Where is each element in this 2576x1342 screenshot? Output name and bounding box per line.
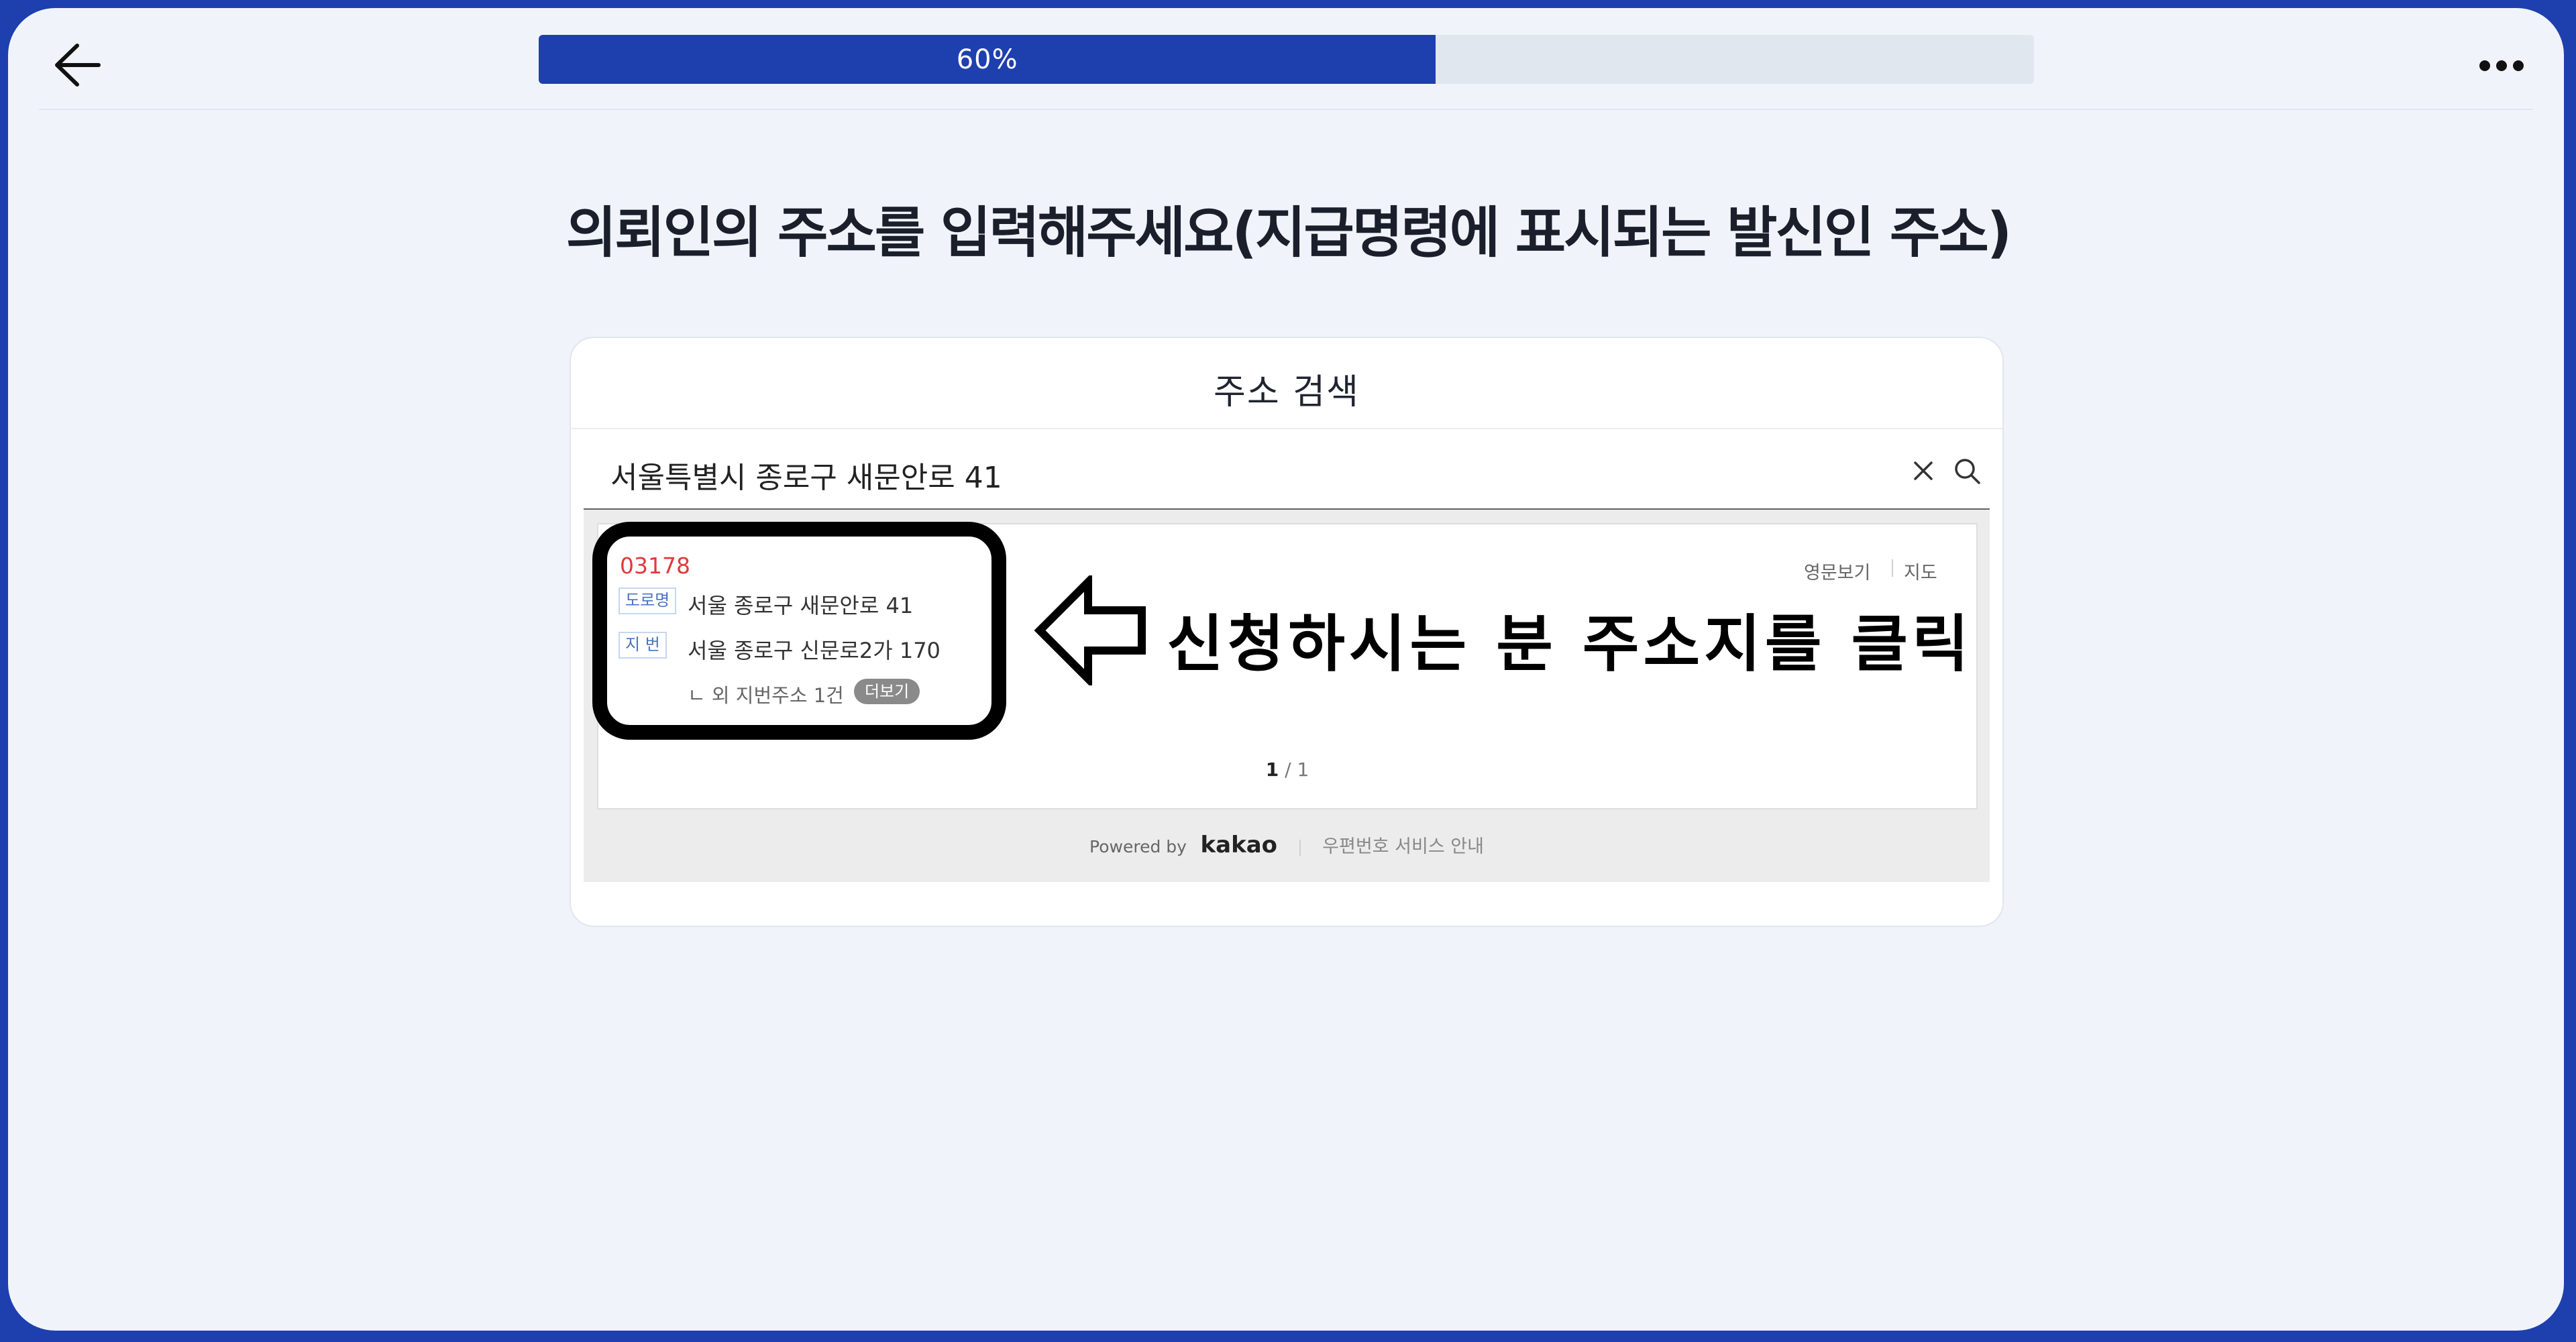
page-title: 의뢰인의 주소를 입력해주세요(지급명령에 표시되는 발신인 주소) bbox=[566, 201, 2012, 265]
search-bar: 서울특별시 종로구 새문안로 41 bbox=[584, 429, 1990, 510]
more-horizontal-icon bbox=[2479, 60, 2524, 71]
page-total: 1 bbox=[1297, 759, 1309, 781]
search-icon bbox=[1955, 459, 1980, 484]
powered-by-text: Powered by bbox=[1089, 837, 1187, 856]
arrow-left-icon bbox=[55, 44, 101, 87]
footer-divider bbox=[1299, 839, 1301, 856]
address-search-header: 주소 검색 bbox=[571, 338, 2002, 429]
pagination-text: 1 / 1 bbox=[598, 759, 1976, 781]
address-search-title: 주소 검색 bbox=[1214, 372, 1360, 412]
page-current[interactable]: 1 bbox=[1266, 759, 1279, 781]
kakao-logo: kakao bbox=[1200, 832, 1278, 858]
search-input[interactable]: 서울특별시 종로구 새문안로 41 bbox=[610, 453, 1002, 496]
search-button[interactable] bbox=[1951, 455, 1983, 487]
top-bar: 60% bbox=[8, 8, 2564, 117]
highlight-box bbox=[592, 522, 1006, 740]
progress-label: 60% bbox=[956, 44, 1018, 75]
progress-fill: 60% bbox=[539, 35, 1436, 84]
more-options-button[interactable] bbox=[2463, 42, 2537, 89]
link-divider bbox=[1892, 559, 1893, 577]
clear-search-button[interactable] bbox=[1909, 456, 1938, 486]
arrow-left-outline-icon bbox=[1034, 575, 1146, 685]
service-guide-link[interactable]: 우편번호 서비스 안내 bbox=[1322, 836, 1484, 857]
app-frame: 60% 의뢰인의 주소를 입력해주세요(지급명령에 표시되는 발신인 주소) 주… bbox=[8, 8, 2564, 1331]
map-link[interactable]: 지도 bbox=[1904, 558, 1937, 584]
english-view-link[interactable]: 영문보기 bbox=[1804, 558, 1870, 584]
annotation-text: 신청하시는 분 주소지를 클릭 bbox=[1167, 608, 1973, 680]
page-separator: / bbox=[1285, 759, 1291, 781]
close-icon bbox=[1914, 461, 1933, 480]
back-button[interactable] bbox=[45, 35, 112, 95]
progress-bar: 60% bbox=[539, 35, 2034, 84]
header-divider bbox=[39, 109, 2533, 110]
search-footer: Powered by kakao 우편번호 서비스 안내 bbox=[584, 832, 1990, 858]
pagination: 1 / 1 bbox=[597, 734, 1978, 809]
